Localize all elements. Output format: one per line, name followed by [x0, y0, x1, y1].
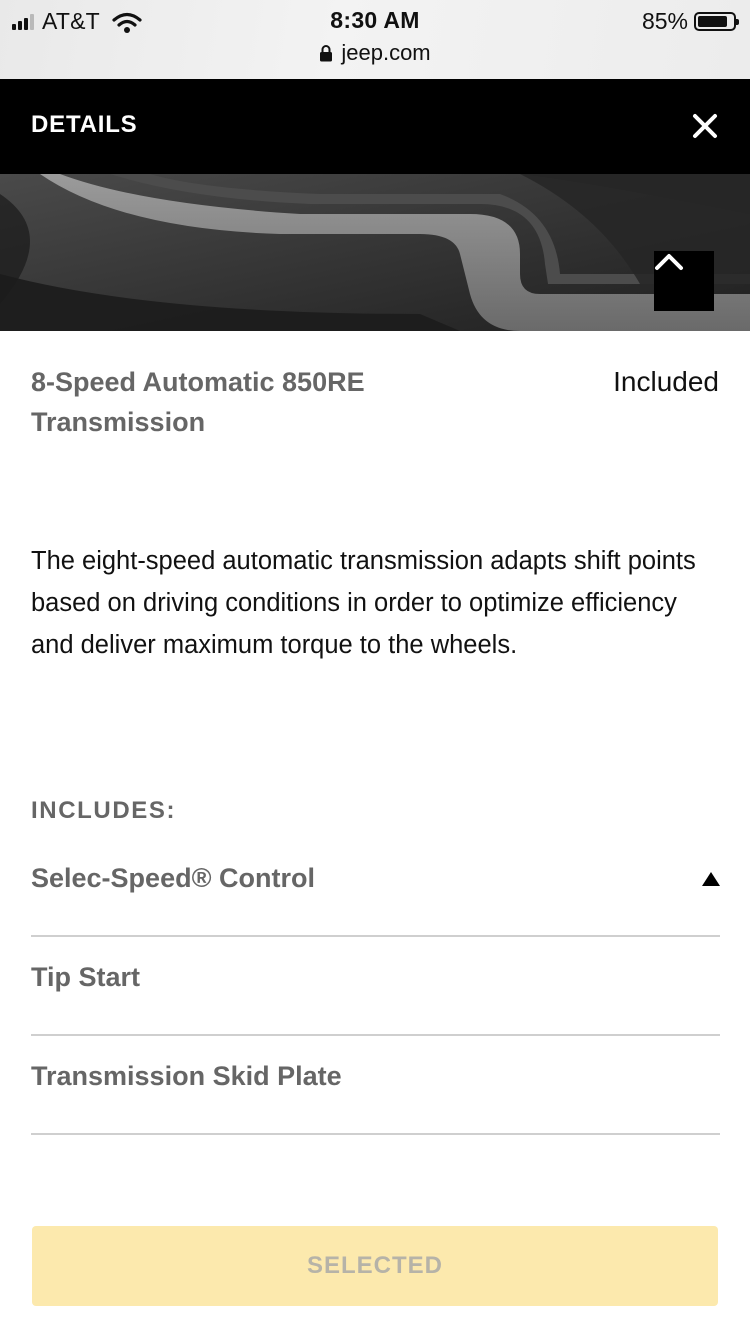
header-title: DETAILS [31, 111, 138, 138]
status-right: 85% [641, 8, 739, 35]
option-title: 8-Speed Automatic 850RE Transmission [31, 367, 365, 437]
option-description: The eight-speed automatic transmission a… [31, 547, 696, 659]
includes-heading: INCLUDES: [31, 797, 177, 824]
include-item-skid-plate[interactable]: Transmission Skid Plate [31, 1036, 720, 1135]
include-item-label: Tip Start [31, 962, 141, 992]
close-button[interactable] [688, 109, 722, 143]
address-bar[interactable]: jeep.com [0, 40, 750, 66]
include-item-selec-speed[interactable]: Selec-Speed® Control [31, 838, 720, 937]
status-bar: AT&T 8:30 AM jeep.com 85% [0, 0, 750, 79]
option-image [0, 174, 750, 331]
selected-button[interactable]: SELECTED [32, 1226, 718, 1306]
option-price-status: Included [613, 366, 719, 397]
include-item-label: Selec-Speed® Control [31, 863, 315, 893]
include-item-label: Transmission Skid Plate [31, 1061, 342, 1091]
shifter-photo [0, 174, 750, 331]
battery-percentage: 85% [641, 8, 688, 34]
battery-icon [694, 12, 739, 31]
scroll-up-button[interactable] [654, 251, 714, 311]
page-url[interactable]: jeep.com [341, 40, 430, 66]
clock: 8:30 AM [330, 7, 420, 33]
chevron-up-icon [655, 254, 683, 270]
include-item-tip-start[interactable]: Tip Start [31, 937, 720, 1036]
includes-list: Selec-Speed® Control Tip Start Transmiss… [31, 838, 720, 1135]
lock-icon [320, 45, 333, 62]
close-icon [693, 114, 717, 138]
selected-button-label: SELECTED [306, 1252, 443, 1279]
caret-up-icon[interactable] [702, 872, 720, 886]
details-header: DETAILS [0, 79, 750, 174]
